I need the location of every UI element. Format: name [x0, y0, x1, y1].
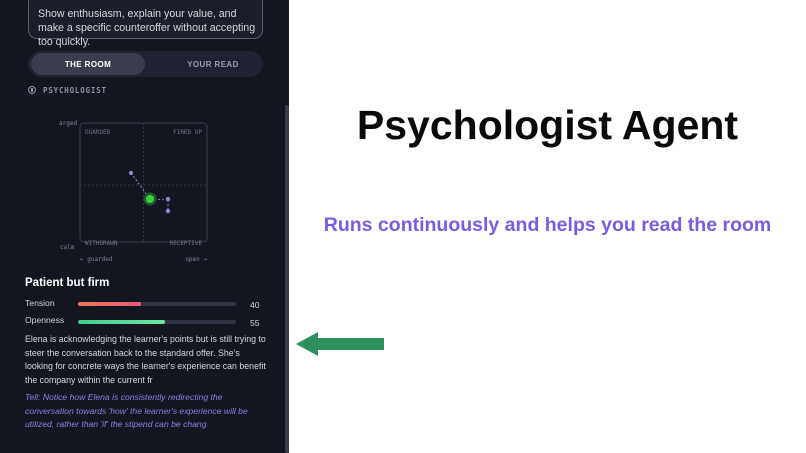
quadrant-label-fired-up: FIRED UP — [173, 129, 202, 136]
left-arrow-icon — [296, 332, 384, 356]
mood-state-title: Patient but firm — [25, 277, 110, 289]
trail-point — [128, 170, 134, 176]
psychologist-panel: Show enthusiasm, explain your value, and… — [0, 0, 289, 453]
y-axis-bottom-label: calm — [60, 244, 75, 251]
tension-value: 40 — [250, 300, 260, 310]
tell-hint: Tell: Notice how Elena is consistently r… — [25, 392, 248, 429]
view-toggle[interactable]: THE ROOM YOUR READ — [28, 51, 263, 77]
openness-bar — [78, 320, 236, 324]
trail-point — [165, 196, 171, 202]
x-axis-left-label: ← guarded — [80, 256, 113, 263]
quadrant-label-guarded: GUARDED — [85, 129, 111, 136]
tension-label: Tension — [25, 298, 55, 308]
openness-label: Openness — [25, 315, 65, 325]
info-icon — [28, 86, 36, 94]
slide-subtitle: Runs continuously and helps you read the… — [323, 214, 772, 236]
current-mood-point — [146, 195, 154, 203]
coaching-prompt: Show enthusiasm, explain your value, and… — [28, 0, 263, 48]
tension-bar-fill — [78, 302, 142, 306]
y-axis-top-label: arged — [59, 120, 77, 127]
coaching-prompt-text: Show enthusiasm, explain your value, and… — [38, 8, 256, 48]
tension-bar — [78, 302, 236, 306]
x-axis-right-label: open → — [185, 256, 207, 263]
tab-your-read[interactable]: YOUR READ — [168, 53, 258, 75]
slide-title: Psychologist Agent — [356, 102, 739, 148]
mood-description: Elena is acknowledging the learner's poi… — [25, 334, 266, 385]
tab-the-room[interactable]: THE ROOM — [31, 53, 145, 75]
quadrant-label-receptive: RECEPTIVE — [169, 240, 202, 247]
mood-quadrant-chart: arged calm GUARDED FIRED UP WITHDRAWN RE… — [59, 120, 208, 263]
quadrant-label-withdrawn: WITHDRAWN — [85, 240, 118, 247]
openness-bar-fill — [78, 320, 165, 324]
agent-label: PSYCHOLOGIST — [28, 84, 107, 96]
panel-scrollbar[interactable] — [285, 105, 289, 453]
agent-label-text: PSYCHOLOGIST — [43, 85, 107, 95]
trail-point — [165, 208, 171, 214]
openness-value: 55 — [250, 318, 260, 328]
